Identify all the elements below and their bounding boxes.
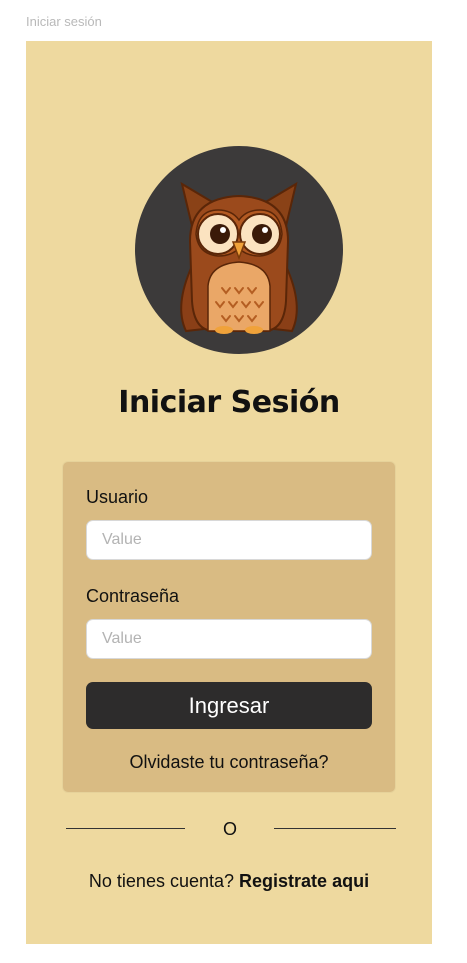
- register-link[interactable]: Registrate aqui: [239, 871, 369, 891]
- login-form: Usuario Contraseña Ingresar Olvidaste tu…: [63, 462, 395, 792]
- divider-line-right: [274, 828, 396, 829]
- password-label: Contraseña: [86, 586, 180, 606]
- login-screen: Iniciar Sesión Usuario Contraseña Ingres…: [26, 41, 432, 944]
- register-prompt-text: No tienes cuenta?: [88, 871, 235, 891]
- login-button[interactable]: Ingresar: [86, 682, 372, 729]
- divider-text: O: [222, 819, 237, 839]
- frame-label: Iniciar sesión: [26, 14, 102, 29]
- register-prompt: No tienes cuenta? Registrate aqui: [26, 871, 432, 892]
- password-input[interactable]: [86, 619, 372, 659]
- forgot-password-link[interactable]: Olvidaste tu contraseña?: [63, 752, 395, 773]
- page-title: Iniciar Sesión: [118, 385, 340, 420]
- owl-icon: [135, 146, 343, 354]
- username-input[interactable]: [86, 520, 372, 560]
- username-label: Usuario: [86, 487, 149, 507]
- divider-line-left: [66, 828, 185, 829]
